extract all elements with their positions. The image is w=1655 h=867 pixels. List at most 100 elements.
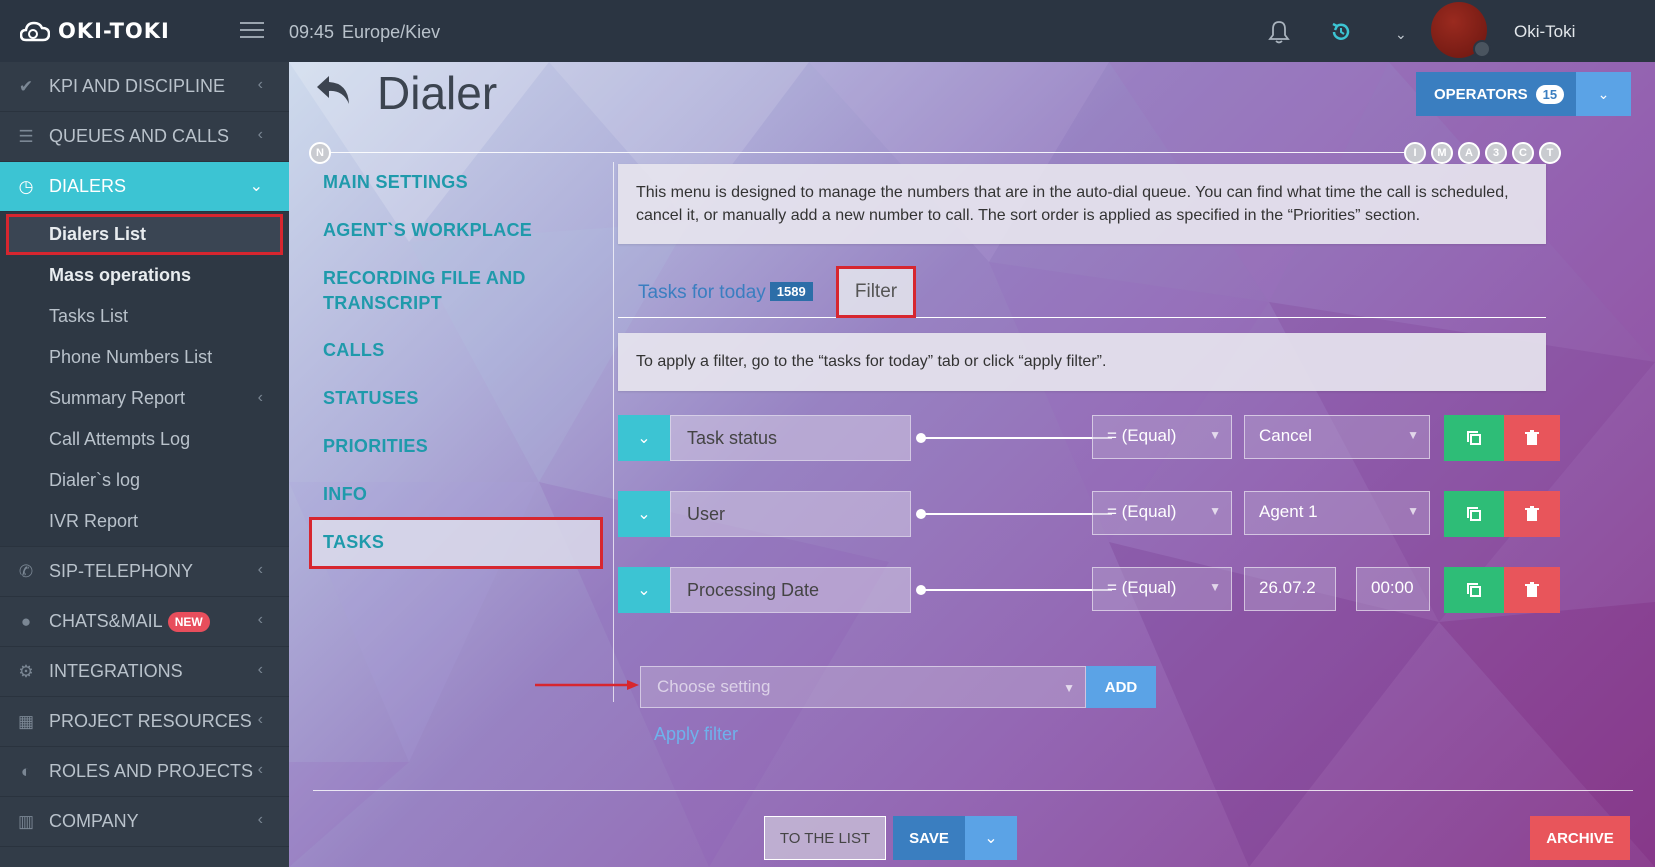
check-icon: ✔	[18, 77, 34, 96]
filter-expand-button[interactable]: ⌄	[618, 415, 670, 461]
delete-filter-button[interactable]	[1504, 491, 1560, 537]
filter-expand-button[interactable]: ⌄	[618, 567, 670, 613]
subitem-label: Mass operations	[49, 265, 192, 285]
copy-filter-button[interactable]	[1444, 415, 1504, 461]
filter-operator-select[interactable]: = (Equal) ▼	[1092, 567, 1232, 611]
sidebar-item-company[interactable]: ▥ COMPANY ‹	[0, 797, 289, 847]
filter-field-name: Processing Date	[670, 567, 911, 613]
sidebar-subitem-dialers-list[interactable]: Dialers List	[6, 214, 283, 255]
back-arrow-icon[interactable]	[313, 70, 355, 110]
sidebar-subitem-mass-operations[interactable]: Mass operations	[0, 255, 289, 296]
apply-filter-link[interactable]: Apply filter	[654, 724, 738, 745]
sidebar-subitem-tasks-list[interactable]: Tasks List	[0, 296, 289, 337]
caret-down-icon: ▼	[1209, 428, 1221, 442]
menu-toggle-icon[interactable]	[240, 22, 264, 40]
copy-filter-button[interactable]	[1444, 491, 1504, 537]
chevron-down-icon: ⌄	[1597, 85, 1610, 102]
sidebar-subitem-ivr-report[interactable]: IVR Report	[0, 501, 289, 542]
add-filter-button[interactable]: ADD	[1086, 666, 1156, 708]
menu-tasks[interactable]: TASKS	[309, 517, 603, 569]
tab-filter[interactable]: Filter	[836, 266, 916, 318]
sidebar-item-dialers[interactable]: ◷ DIALERS ⌄	[0, 162, 289, 212]
filter-value-select[interactable]: Cancel ▼	[1244, 415, 1430, 459]
subitem-label: Dialer`s log	[49, 470, 141, 490]
chevron-left-icon: ‹	[257, 661, 263, 678]
filter-time-input[interactable]: 00:00	[1356, 567, 1430, 611]
sidebar-subitem-dialers-log[interactable]: Dialer`s log	[0, 460, 289, 501]
delete-filter-button[interactable]	[1504, 415, 1560, 461]
timeline-node-n[interactable]: N	[309, 142, 331, 164]
choose-setting-select[interactable]: Choose setting ▼	[640, 666, 1086, 708]
filter-operator-select[interactable]: = (Equal) ▼	[1092, 415, 1232, 459]
sidebar-subitem-summary-report[interactable]: Summary Report ‹	[0, 378, 289, 419]
avatar[interactable]	[1431, 2, 1491, 58]
sidebar-item-integrations[interactable]: ⚙ INTEGRATIONS ‹	[0, 647, 289, 697]
sidebar-item-label: COMPANY	[49, 811, 139, 831]
sidebar-item-project-resources[interactable]: ▦ PROJECT RESOURCES ‹	[0, 697, 289, 747]
copy-icon	[1467, 507, 1481, 521]
history-icon[interactable]	[1329, 20, 1353, 44]
chevron-down-icon: ⌄	[637, 506, 651, 523]
filter-operator-select[interactable]: = (Equal) ▼	[1092, 491, 1232, 535]
menu-calls[interactable]: CALLS	[323, 338, 385, 363]
subitem-label: Call Attempts Log	[49, 429, 191, 449]
sidebar-item-label: PROJECT RESOURCES	[49, 711, 252, 731]
trash-icon	[1525, 430, 1539, 445]
menu-main-settings[interactable]: MAIN SETTINGS	[323, 170, 468, 195]
sidebar-item-chats-mail[interactable]: ● CHATS&MAIL NEW ‹	[0, 597, 289, 647]
timeline-node-a[interactable]: A	[1458, 142, 1480, 164]
trash-icon	[1525, 506, 1539, 521]
cloud-logo-icon	[20, 21, 50, 42]
sidebar-subitem-call-attempts[interactable]: Call Attempts Log	[0, 419, 289, 460]
chevron-left-icon: ‹	[257, 126, 263, 143]
menu-recording[interactable]: RECORDING FILE AND TRANSCRIPT	[323, 266, 526, 316]
timeline-node-c[interactable]: C	[1512, 142, 1534, 164]
delete-filter-button[interactable]	[1504, 567, 1560, 613]
filter-row: ⌄ User = (Equal) ▼ Agent 1 ▼	[618, 491, 1598, 537]
sidebar-subitem-phone-numbers[interactable]: Phone Numbers List	[0, 337, 289, 378]
save-button[interactable]: SAVE	[893, 816, 965, 860]
bell-icon[interactable]	[1268, 20, 1290, 44]
save-dropdown-button[interactable]: ⌄	[965, 816, 1017, 860]
operator-value: = (Equal)	[1107, 426, 1177, 445]
menu-agent-workplace[interactable]: AGENT`S WORKPLACE	[323, 218, 532, 243]
to-the-list-button[interactable]: TO THE LIST	[764, 816, 886, 860]
operators-button[interactable]: OPERATORS 15	[1416, 72, 1576, 116]
trash-icon	[1525, 582, 1539, 597]
timeline-node-i[interactable]: I	[1404, 142, 1426, 164]
sidebar-item-kpi[interactable]: ✔ KPI AND DISCIPLINE ‹	[0, 62, 289, 112]
sidebar-item-sip-telephony[interactable]: ✆ SIP-TELEPHONY ‹	[0, 547, 289, 597]
chevron-left-icon: ‹	[257, 76, 263, 93]
operators-dropdown-button[interactable]: ⌄	[1576, 72, 1631, 116]
sidebar-item-label: SIP-TELEPHONY	[49, 561, 194, 581]
bar-chart-icon: ▥	[17, 812, 35, 831]
tasks-count-badge: 1589	[769, 282, 813, 301]
date-value: 26.07.2	[1259, 578, 1316, 597]
sidebar-item-label: DIALERS	[49, 176, 127, 196]
value-text: Cancel	[1259, 426, 1312, 445]
timeline-node-m[interactable]: M	[1431, 142, 1453, 164]
sidebar-item-queues[interactable]: ☰ QUEUES AND CALLS ‹	[0, 112, 289, 162]
timeline-node-3[interactable]: 3	[1485, 142, 1507, 164]
time-value: 00:00	[1371, 578, 1414, 597]
logo[interactable]: OKI-TOKI	[20, 18, 170, 44]
filter-value-select[interactable]: Agent 1 ▼	[1244, 491, 1430, 535]
archive-button[interactable]: ARCHIVE	[1530, 816, 1630, 860]
sidebar-item-roles-projects[interactable]: ◐ ROLES AND PROJECTS ‹	[0, 747, 289, 797]
menu-statuses[interactable]: STATUSES	[323, 386, 419, 411]
settings-timeline: N I M A 3 C T	[309, 140, 1634, 164]
connector-line	[922, 437, 1112, 439]
new-badge: NEW	[167, 611, 210, 632]
operators-label: OPERATORS	[1434, 85, 1528, 103]
menu-info[interactable]: INFO	[323, 482, 367, 507]
chevron-down-icon[interactable]: ⌄	[1395, 26, 1407, 43]
annotation-arrow-icon	[535, 680, 639, 690]
copy-filter-button[interactable]	[1444, 567, 1504, 613]
filter-date-input[interactable]: 26.07.2	[1244, 567, 1336, 611]
filter-expand-button[interactable]: ⌄	[618, 491, 670, 537]
timeline-node-t[interactable]: T	[1539, 142, 1561, 164]
menu-priorities[interactable]: PRIORITIES	[323, 434, 428, 459]
user-name[interactable]: Oki-Toki	[1514, 22, 1575, 42]
clock: 09:45 Europe/Kiev	[289, 22, 448, 43]
tab-tasks-for-today[interactable]: Tasks for today 1589	[638, 282, 813, 304]
